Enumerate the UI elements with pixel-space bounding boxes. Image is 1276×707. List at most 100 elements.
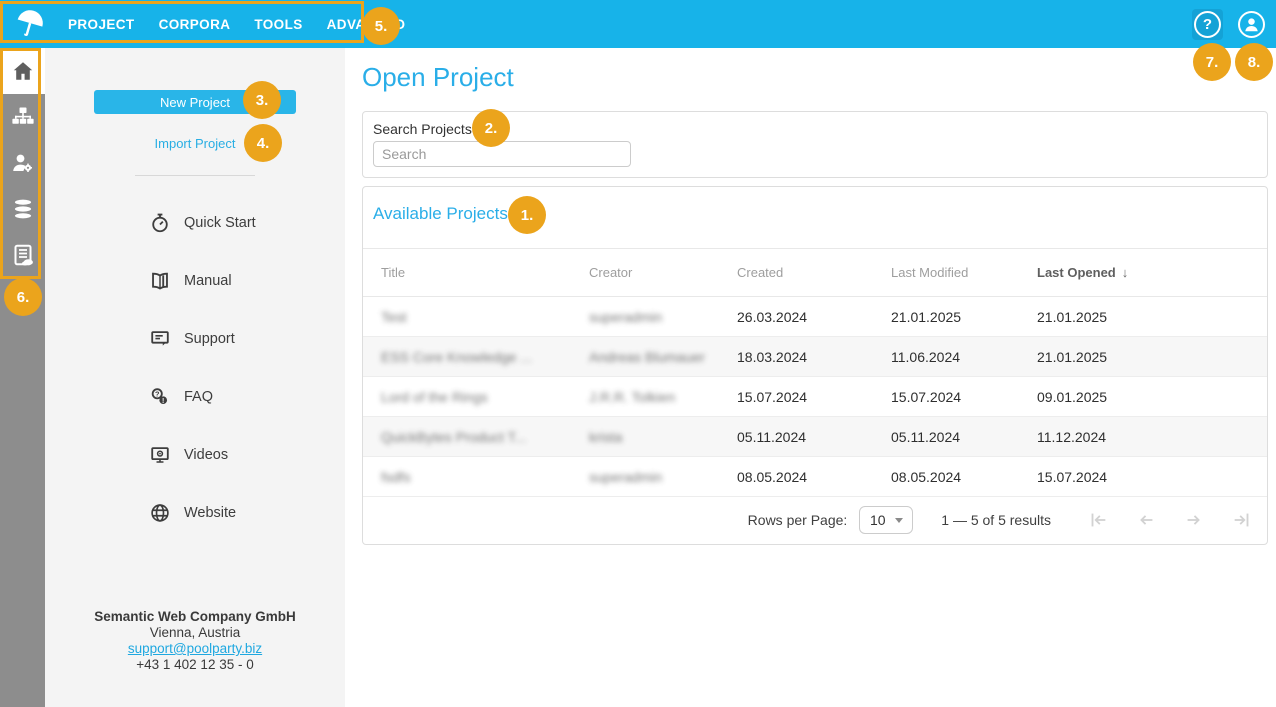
search-input[interactable] xyxy=(373,141,631,167)
svg-text:?: ? xyxy=(155,389,160,398)
cell-last-modified: 15.07.2024 xyxy=(873,389,1019,405)
server-cloud-icon xyxy=(11,243,35,267)
support-monitor-icon xyxy=(149,328,171,350)
cell-title: QuickBytes Product T... xyxy=(363,429,571,445)
table-row[interactable]: Test superadmin 26.03.2024 21.01.2025 21… xyxy=(363,297,1267,337)
table-body: Test superadmin 26.03.2024 21.01.2025 21… xyxy=(363,297,1267,497)
menu-label: Support xyxy=(184,331,235,347)
cell-creator: superadmin xyxy=(571,469,719,485)
menu-label: Quick Start xyxy=(184,215,256,231)
results-count: 1 — 5 of 5 results xyxy=(941,512,1051,528)
column-header-title[interactable]: Title xyxy=(363,265,571,280)
menu-faq[interactable]: ? ! FAQ xyxy=(149,368,256,426)
available-projects-heading: Available Projects xyxy=(373,204,508,224)
sort-desc-icon: ↓ xyxy=(1122,265,1129,280)
cell-creator: superadmin xyxy=(571,309,719,325)
rail-database-button[interactable] xyxy=(0,186,45,232)
table-row[interactable]: QuickBytes Product T... krista 05.11.202… xyxy=(363,417,1267,457)
menu-label: Website xyxy=(184,505,236,521)
cell-created: 08.05.2024 xyxy=(719,469,873,485)
caret-down-icon xyxy=(895,518,903,523)
cell-title: fsdfs xyxy=(363,469,571,485)
help-menu: Quick Start Manual Support ? ! xyxy=(149,194,256,542)
database-icon xyxy=(11,197,35,221)
menu-quick-start[interactable]: Quick Start xyxy=(149,194,256,252)
column-header-last-opened[interactable]: Last Opened ↓ xyxy=(1019,265,1267,280)
cell-last-modified: 05.11.2024 xyxy=(873,429,1019,445)
menu-videos[interactable]: Videos xyxy=(149,426,256,484)
website-globe-icon xyxy=(149,502,171,524)
nav-project[interactable]: PROJECT xyxy=(68,17,135,32)
support-email-link[interactable]: support@poolparty.biz xyxy=(128,641,262,656)
search-projects-label: Search Projects: xyxy=(373,121,476,137)
annotation-badge-2: 2. xyxy=(472,109,510,147)
first-page-icon[interactable] xyxy=(1087,509,1109,531)
menu-label: FAQ xyxy=(184,389,213,405)
rows-per-page-value: 10 xyxy=(870,512,886,528)
column-header-creator[interactable]: Creator xyxy=(571,265,719,280)
menu-website[interactable]: Website xyxy=(149,484,256,542)
sitemap-icon xyxy=(11,105,35,129)
help-button[interactable]: ? xyxy=(1192,9,1223,40)
next-page-icon[interactable] xyxy=(1183,509,1205,531)
company-name: Semantic Web Company GmbH xyxy=(45,609,345,625)
manual-book-icon xyxy=(149,270,171,292)
user-account-button[interactable] xyxy=(1238,11,1265,38)
top-navigation: PROJECT CORPORA TOOLS ADVANCED xyxy=(68,0,405,48)
annotation-badge-4: 4. xyxy=(244,124,282,162)
menu-support[interactable]: Support xyxy=(149,310,256,368)
company-location: Vienna, Austria xyxy=(45,625,345,641)
poolparty-umbrella-logo[interactable] xyxy=(11,5,49,43)
cell-last-opened: 21.01.2025 xyxy=(1019,309,1267,325)
menu-label: Manual xyxy=(184,273,232,289)
top-bar: PROJECT CORPORA TOOLS ADVANCED ? xyxy=(0,0,1276,48)
rail-sitemap-button[interactable] xyxy=(0,94,45,140)
table-row[interactable]: Lord of the Rings J.R.R. Tolkien 15.07.2… xyxy=(363,377,1267,417)
cell-last-opened: 11.12.2024 xyxy=(1019,429,1267,445)
pagination-arrows xyxy=(1087,509,1253,531)
menu-manual[interactable]: Manual xyxy=(149,252,256,310)
cell-title: ESS Core Knowledge ... xyxy=(363,349,571,365)
table-row[interactable]: ESS Core Knowledge ... Andreas Blumauer … xyxy=(363,337,1267,377)
cell-created: 18.03.2024 xyxy=(719,349,873,365)
cell-last-modified: 21.01.2025 xyxy=(873,309,1019,325)
import-project-link[interactable]: Import Project xyxy=(45,136,345,151)
annotation-badge-6: 6. xyxy=(4,278,42,316)
annotation-badge-3: 3. xyxy=(243,81,281,119)
column-header-last-modified[interactable]: Last Modified xyxy=(873,265,1019,280)
rows-per-page-select[interactable]: 10 xyxy=(859,506,913,534)
menu-label: Videos xyxy=(184,447,228,463)
home-icon xyxy=(11,59,35,83)
rail-server-button[interactable] xyxy=(0,232,45,278)
cell-last-opened: 15.07.2024 xyxy=(1019,469,1267,485)
cell-created: 26.03.2024 xyxy=(719,309,873,325)
stopwatch-icon xyxy=(149,212,171,234)
last-page-icon[interactable] xyxy=(1231,509,1253,531)
pagination-bar: Rows per Page: 10 1 — 5 of 5 results xyxy=(363,496,1267,544)
nav-tools[interactable]: TOOLS xyxy=(254,17,302,32)
column-header-label: Last Opened xyxy=(1037,265,1116,280)
cell-title: Lord of the Rings xyxy=(363,389,571,405)
rail-home-button[interactable] xyxy=(0,48,45,94)
cell-creator: Andreas Blumauer xyxy=(571,349,719,365)
faq-bubbles-icon: ? ! xyxy=(149,386,171,408)
nav-corpora[interactable]: CORPORA xyxy=(159,17,231,32)
table-row[interactable]: fsdfs superadmin 08.05.2024 08.05.2024 1… xyxy=(363,457,1267,497)
cell-last-modified: 11.06.2024 xyxy=(873,349,1019,365)
contact-block: Semantic Web Company GmbH Vienna, Austri… xyxy=(45,609,345,673)
videos-monitor-icon xyxy=(149,444,171,466)
cell-creator: krista xyxy=(571,429,719,445)
top-right-icons: ? xyxy=(1192,0,1265,48)
annotation-badge-8: 8. xyxy=(1235,43,1273,81)
cell-created: 05.11.2024 xyxy=(719,429,873,445)
help-icon: ? xyxy=(1194,11,1221,38)
page-title: Open Project xyxy=(362,62,514,93)
available-projects-card: Available Projects Title Creator Created… xyxy=(362,186,1268,545)
column-header-created[interactable]: Created xyxy=(719,265,873,280)
cell-last-modified: 08.05.2024 xyxy=(873,469,1019,485)
previous-page-icon[interactable] xyxy=(1135,509,1157,531)
rail-user-admin-button[interactable] xyxy=(0,140,45,186)
cell-last-opened: 09.01.2025 xyxy=(1019,389,1267,405)
annotation-badge-1: 1. xyxy=(508,196,546,234)
user-icon xyxy=(1240,13,1263,36)
